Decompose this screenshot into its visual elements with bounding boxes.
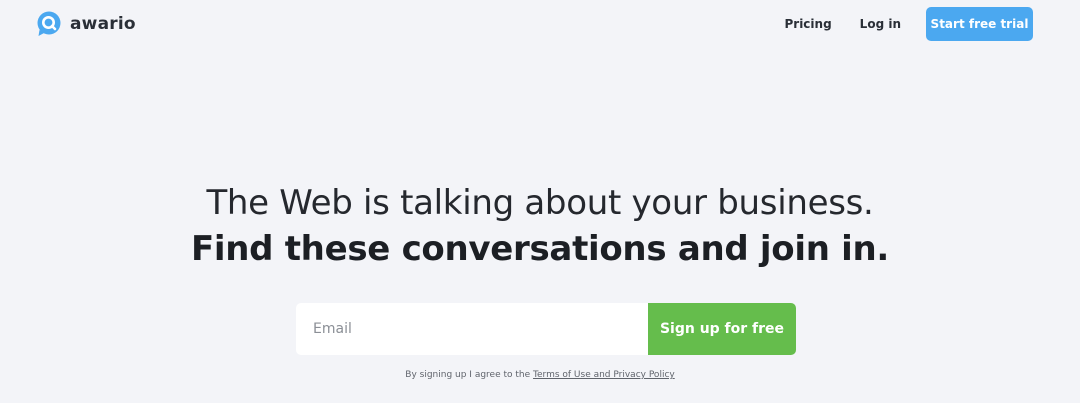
hero-headline: The Web is talking about your business. (206, 183, 874, 223)
email-input[interactable] (296, 303, 648, 355)
start-free-trial-button[interactable]: Start free trial (926, 7, 1033, 41)
terms-notice: By signing up I agree to the Terms of Us… (0, 370, 1080, 380)
hero-subheadline: Find these conversations and join in. (190, 229, 890, 269)
top-nav: Pricing Log in Start free trial (784, 7, 1033, 41)
logo[interactable]: awario (36, 11, 136, 37)
terms-prefix: By signing up I agree to the (405, 370, 534, 380)
nav-pricing-link[interactable]: Pricing (784, 17, 831, 31)
sign-up-button[interactable]: Sign up for free (648, 303, 796, 355)
landing-page: awario Pricing Log in Start free trial T… (0, 0, 1080, 405)
logo-text: awario (70, 14, 136, 34)
nav-login-link[interactable]: Log in (860, 17, 901, 31)
terms-link[interactable]: Terms of Use and Privacy Policy (533, 370, 675, 380)
signup-form: Sign up for free (296, 303, 796, 355)
speech-bubble-search-icon (36, 11, 62, 37)
hero: The Web is talking about your business. … (0, 180, 1080, 272)
